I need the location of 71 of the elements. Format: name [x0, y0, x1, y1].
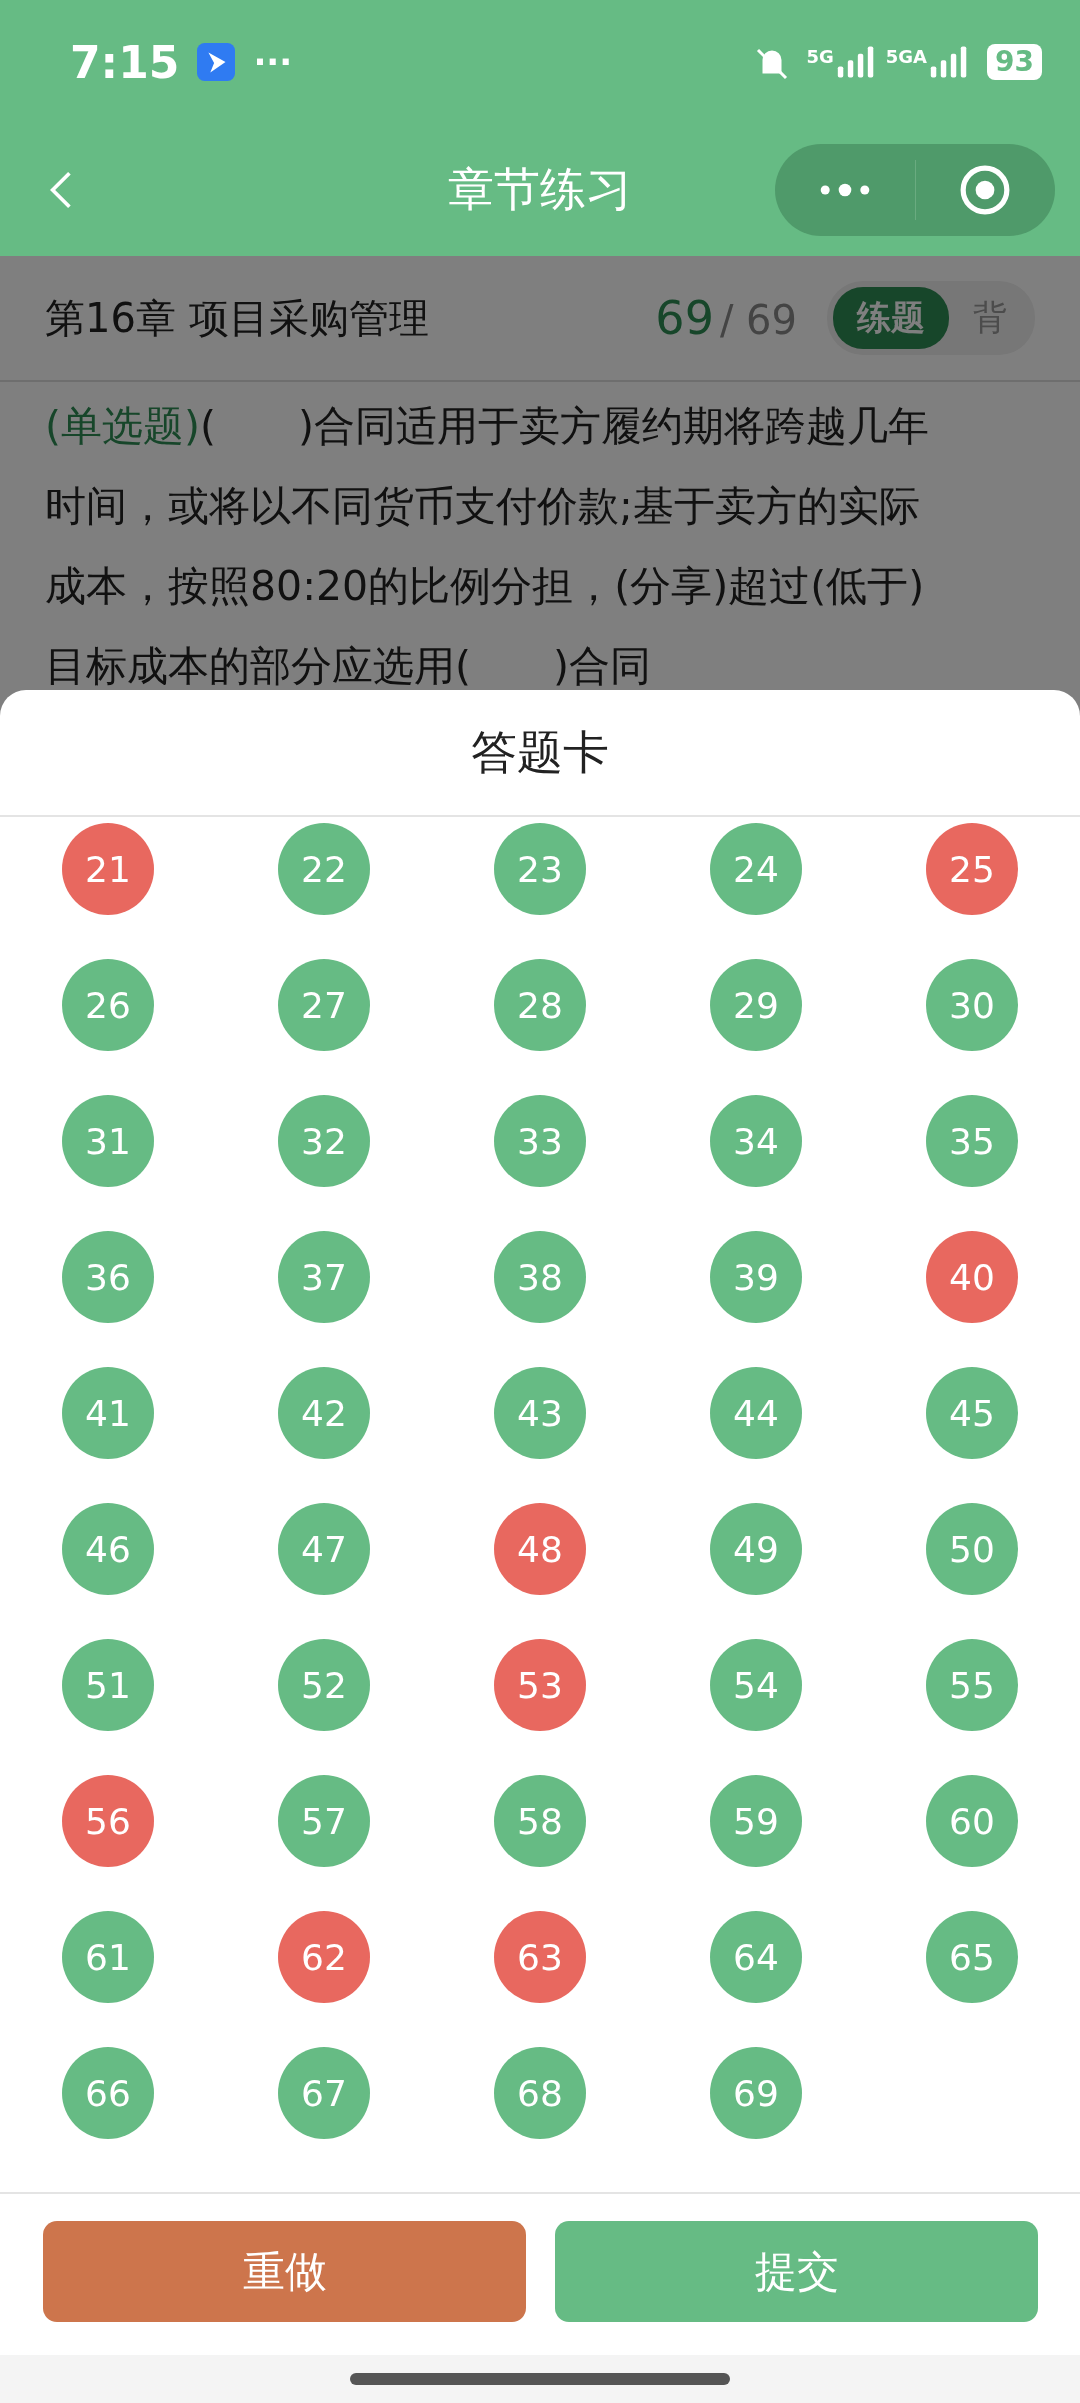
question-number-circle[interactable]: 63 [494, 1911, 586, 2003]
question-number-circle[interactable]: 65 [926, 1911, 1018, 2003]
question-number-circle[interactable]: 42 [278, 1367, 370, 1459]
signal-icon [835, 46, 876, 78]
mode-tab[interactable]: 练题 [833, 287, 949, 349]
question-number-circle[interactable]: 66 [62, 2047, 154, 2139]
question-number-circle[interactable]: 48 [494, 1503, 586, 1595]
submit-button[interactable]: 提交 [555, 2221, 1038, 2322]
clock-time: 7:15 [70, 36, 180, 88]
question-number-circle[interactable]: 56 [62, 1775, 154, 1867]
question-text: 成本，按照80:20的比例分担，(分享)超过(低于) [45, 562, 925, 610]
question-number-circle[interactable]: 61 [62, 1911, 154, 2003]
question-number-circle[interactable]: 57 [278, 1775, 370, 1867]
network-label: 5GA [885, 46, 928, 67]
question-number-circle[interactable]: 67 [278, 2047, 370, 2139]
question-number-circle[interactable]: 59 [710, 1775, 802, 1867]
question-number-circle[interactable]: 30 [926, 959, 1018, 1051]
question-text: ( )合同适用于卖方履约期将跨越几年 [200, 402, 929, 450]
battery-level: 93 [987, 44, 1042, 80]
chapter-title: 第16章 项目采购管理 [45, 293, 430, 343]
target-icon [959, 164, 1012, 216]
total-questions: / 69 [719, 297, 797, 343]
question-number-circle[interactable]: 45 [926, 1367, 1018, 1459]
question-number-circle[interactable]: 54 [710, 1639, 802, 1731]
question-number-circle[interactable]: 44 [710, 1367, 802, 1459]
question-number-circle[interactable]: 68 [494, 2047, 586, 2139]
question-number-circle[interactable]: 50 [926, 1503, 1018, 1595]
question-number-circle[interactable]: 41 [62, 1367, 154, 1459]
app-icon [197, 43, 236, 81]
more-notifications-indicator: ··· [253, 42, 293, 82]
page-title: 章节练习 [447, 161, 633, 218]
question-number-circle[interactable]: 35 [926, 1095, 1018, 1187]
question-text: 目标成本的部分应选用( )合同 [45, 642, 651, 690]
question-number-circle[interactable]: 28 [494, 959, 586, 1051]
back-chevron-icon [48, 169, 74, 211]
question-number-circle[interactable]: 58 [494, 1775, 586, 1867]
question-number-circle[interactable]: 51 [62, 1639, 154, 1731]
question-number-circle[interactable]: 60 [926, 1775, 1018, 1867]
question-number-circle[interactable]: 38 [494, 1231, 586, 1323]
question-number-circle[interactable]: 32 [278, 1095, 370, 1187]
question-number-circle[interactable]: 31 [62, 1095, 154, 1187]
question-number-circle[interactable]: 62 [278, 1911, 370, 2003]
sheet-title: 答题卡 [0, 690, 1080, 817]
question-number-circle[interactable]: 33 [494, 1095, 586, 1187]
question-number-circle[interactable]: 47 [278, 1503, 370, 1595]
question-number-circle[interactable]: 43 [494, 1367, 586, 1459]
question-number-circle[interactable]: 25 [926, 823, 1018, 915]
question-number-circle[interactable]: 22 [278, 823, 370, 915]
question-number-circle[interactable]: 55 [926, 1639, 1018, 1731]
question-text: 时间，或将以不同货币支付价款;基于卖方的实际 [45, 482, 920, 530]
question-number-circle[interactable]: 40 [926, 1231, 1018, 1323]
question-number-circle[interactable]: 29 [710, 959, 802, 1051]
question-number-circle[interactable]: 69 [710, 2047, 802, 2139]
question-number-circle[interactable]: 26 [62, 959, 154, 1051]
question-number-circle[interactable]: 46 [62, 1503, 154, 1595]
question-type-label: (单选题) [45, 402, 200, 450]
question-number-circle[interactable]: 37 [278, 1231, 370, 1323]
question-number-circle[interactable]: 53 [494, 1639, 586, 1731]
question-number-circle[interactable]: 36 [62, 1231, 154, 1323]
current-question-number: 69 [655, 291, 714, 345]
question-number-circle[interactable]: 39 [710, 1231, 802, 1323]
network-label: 5G [806, 46, 834, 67]
question-number-circle[interactable]: 21 [62, 823, 154, 915]
question-number-circle[interactable]: 23 [494, 823, 586, 915]
question-number-circle[interactable]: 49 [710, 1503, 802, 1595]
question-number-circle[interactable]: 24 [710, 823, 802, 915]
question-number-circle[interactable]: 52 [278, 1639, 370, 1731]
question-number-circle[interactable]: 34 [710, 1095, 802, 1187]
question-number-circle[interactable]: 27 [278, 959, 370, 1051]
redo-button[interactable]: 重做 [43, 2221, 526, 2322]
question-number-circle[interactable]: 64 [710, 1911, 802, 2003]
